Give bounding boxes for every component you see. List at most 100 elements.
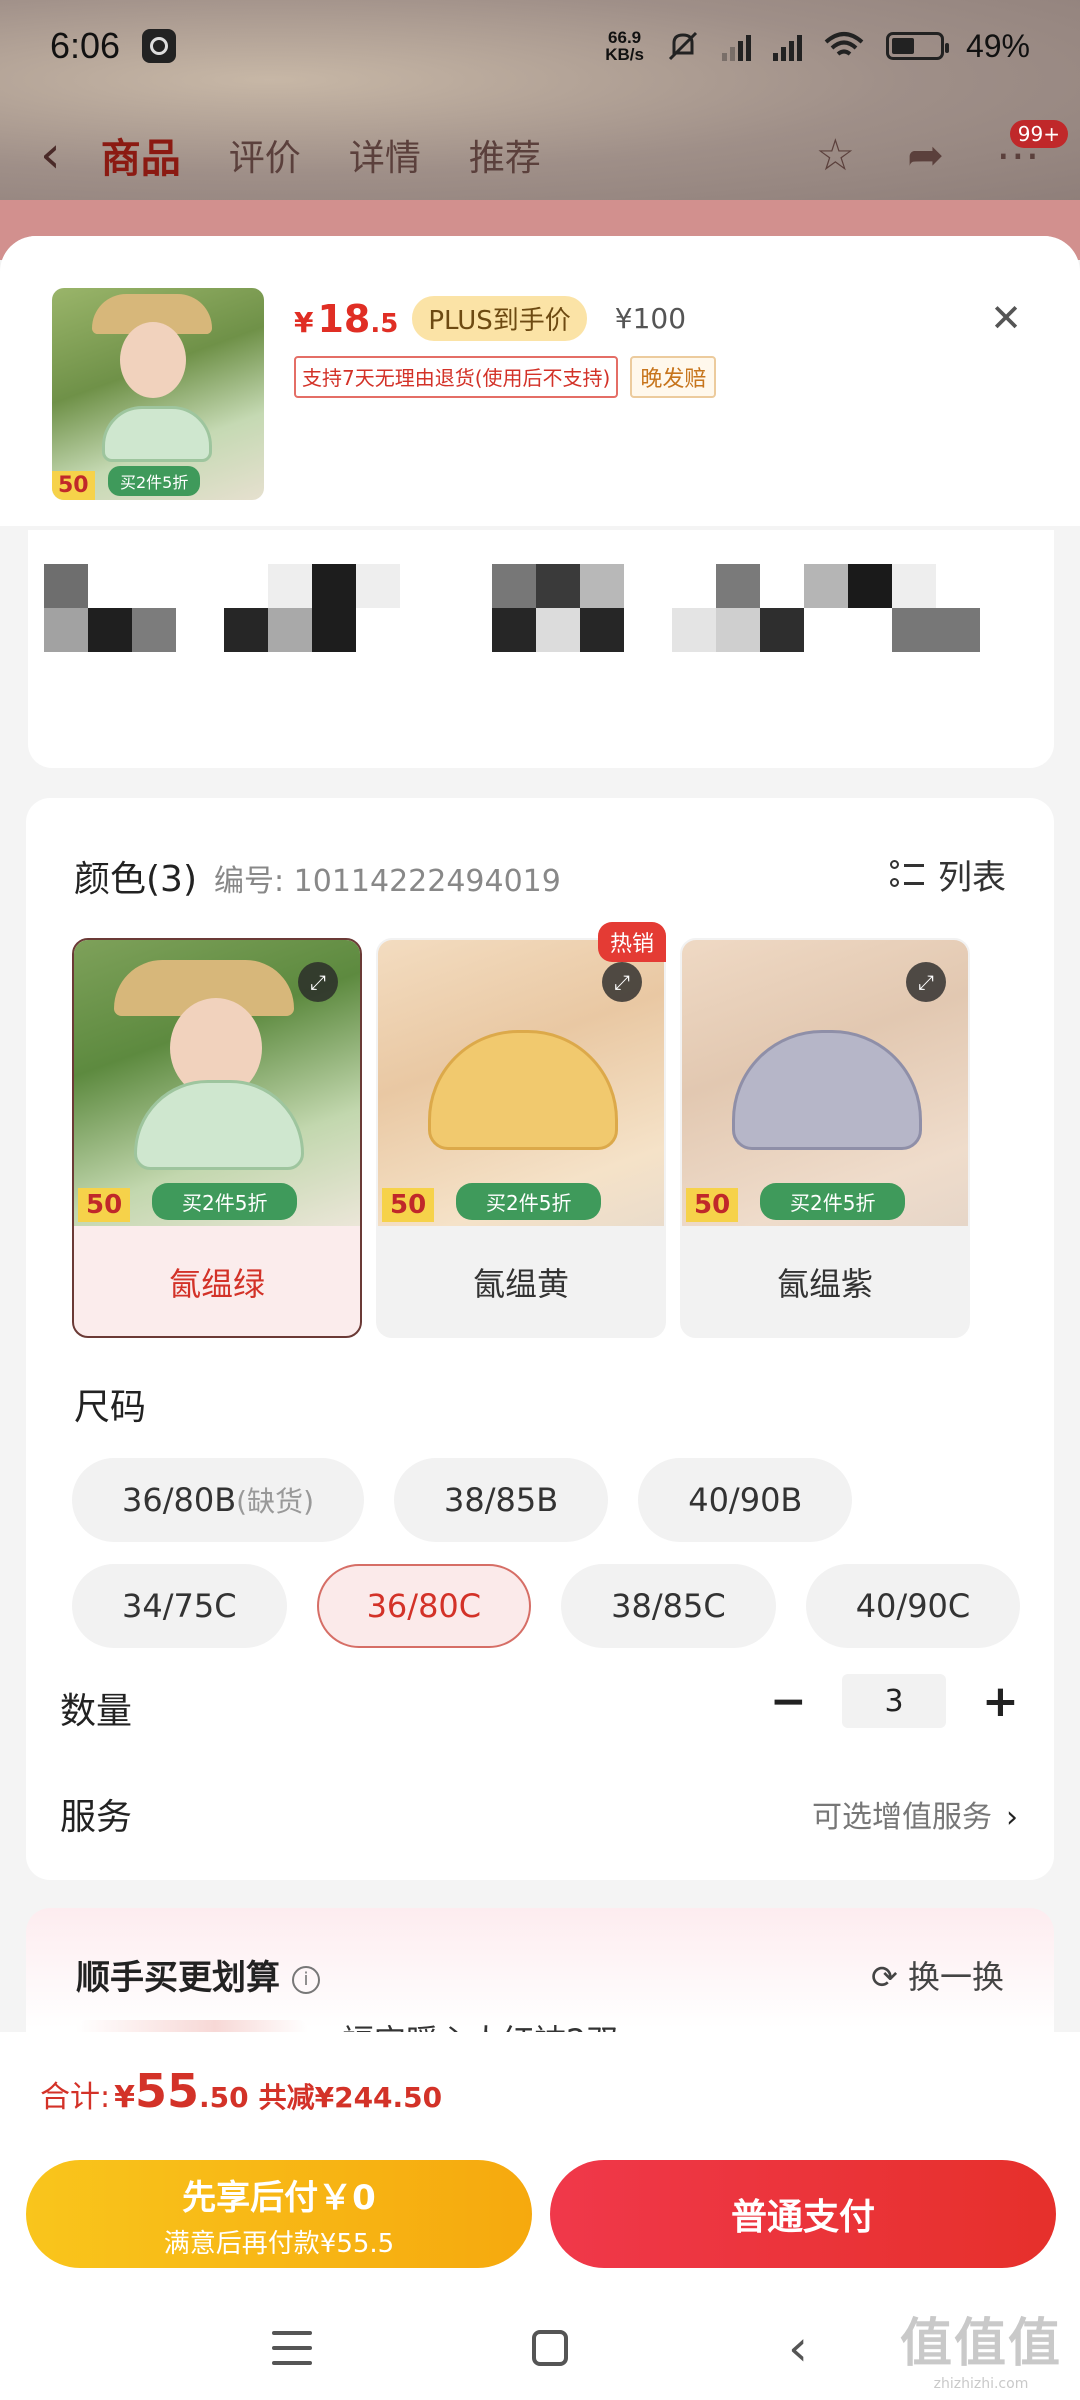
plus-price-tag: PLUS到手价 xyxy=(412,296,587,341)
bra-shape xyxy=(732,1030,922,1150)
wifi-icon xyxy=(824,32,864,56)
thumb-promo-badge: 买2件5折 xyxy=(108,466,201,496)
color-image-green: ⤢ 50 买2件5折 xyxy=(74,940,360,1226)
pay-later-sub: 满意后再付款¥55.5 xyxy=(163,2229,395,2259)
size-section-title: 尺码 xyxy=(74,1387,147,1428)
list-icon xyxy=(890,858,924,892)
size-chip[interactable]: 34/75C xyxy=(72,1564,287,1648)
close-icon[interactable]: ✕ xyxy=(984,296,1028,340)
size-chip-selected[interactable]: 36/80C xyxy=(316,1564,532,1648)
product-code: 编号: 10114222494019 xyxy=(214,864,561,899)
out-of-stock-note: (缺货) xyxy=(236,1485,315,1518)
increase-button[interactable]: + xyxy=(982,1676,1019,1727)
value-added-service-link[interactable]: 可选增值服务 › xyxy=(812,1792,1018,1836)
color-promo-badge: 买2件5折 xyxy=(760,1183,906,1220)
expand-icon[interactable]: ⤢ xyxy=(602,962,642,1002)
options-card: 颜色(3) 编号: 10114222494019 列表 ⤢ 50 买2件5折 氤… xyxy=(26,798,1054,1880)
network-speed-value: 66.9 xyxy=(608,28,642,47)
color-name: 氤缊黄 xyxy=(472,1265,569,1303)
color-image-purple: ⤢ 50 买2件5折 xyxy=(682,940,968,1226)
original-price: ¥100 xyxy=(614,302,687,335)
share-icon[interactable]: ➦ xyxy=(907,130,944,181)
nav-actions: ☆ ➦ ⋯ xyxy=(816,130,1040,181)
price-dec: .5 xyxy=(370,308,399,339)
battery-percent: 49% xyxy=(965,27,1030,64)
size-label: 36/80B xyxy=(122,1481,237,1519)
quantity-input[interactable]: 3 xyxy=(842,1674,946,1728)
tab-details[interactable]: 详情 xyxy=(349,129,421,181)
price-int: 18 xyxy=(317,296,371,341)
color-option-purple[interactable]: ⤢ 50 买2件5折 氤缊紫 xyxy=(680,938,970,1338)
watermark-url: zhizhizhi.com xyxy=(933,2376,1029,2392)
color-option-yellow[interactable]: ⤢ 50 买2件5折 热销 氤缊黄 xyxy=(376,922,666,1338)
color-image-yellow: ⤢ 50 买2件5折 xyxy=(378,940,664,1226)
watermark-logo: 值值值 xyxy=(899,2314,1062,2374)
color-price-badge: 50 xyxy=(382,1188,435,1222)
swap-button[interactable]: ⟳ 换一换 xyxy=(871,1952,1004,1998)
mute-icon xyxy=(668,31,698,61)
battery-fill xyxy=(891,38,915,54)
chevron-right-icon: › xyxy=(1006,1800,1018,1835)
clock-app-icon xyxy=(142,29,177,63)
bra-shape xyxy=(428,1030,618,1150)
bra-shape xyxy=(102,406,212,462)
price-yen: ¥ xyxy=(294,305,314,339)
network-speed: 66.9 KB/s xyxy=(605,29,644,63)
size-label: 38/85B xyxy=(444,1481,559,1519)
tab-product[interactable]: 商品 xyxy=(101,126,181,184)
nav-back-icon[interactable]: ‹ xyxy=(788,2323,808,2373)
size-chip[interactable]: 38/85B xyxy=(394,1458,609,1542)
decrease-button[interactable]: − xyxy=(770,1676,807,1727)
size-label: 40/90C xyxy=(855,1587,971,1625)
checkout-footer: 合计: ¥ 55 .50 共减¥244.50 先享后付￥0 满意后再付款¥55.… xyxy=(0,2032,1080,2400)
total-label: 合计: xyxy=(40,2080,111,2115)
star-icon[interactable]: ☆ xyxy=(816,130,855,181)
color-name: 氤缊紫 xyxy=(776,1265,873,1303)
total-int: 55 xyxy=(134,2064,199,2118)
size-row-1: 36/80B (缺货) 38/85B 40/90B xyxy=(72,1458,853,1542)
color-price-badge: 50 xyxy=(686,1188,739,1222)
status-right: 66.9 KB/s 49% xyxy=(605,28,1030,65)
tab-reviews[interactable]: 评价 xyxy=(229,129,301,181)
color-options: ⤢ 50 买2件5折 氤缊绿 ⤢ 50 买2件5折 热销 氤缊黄 ⤢ 50 买2… xyxy=(72,922,970,1338)
redacted-area xyxy=(28,530,1054,768)
product-nav-bar: ‹ 商品 评价 详情 推荐 ☆ ➦ ⋯ 99+ xyxy=(0,120,1080,190)
size-row-2: 34/75C 36/80C 38/85C 40/90C xyxy=(72,1564,1021,1648)
list-view-button[interactable]: 列表 xyxy=(890,850,1006,899)
expand-icon[interactable]: ⤢ xyxy=(906,962,946,1002)
info-icon[interactable]: i xyxy=(292,1965,320,1994)
back-icon[interactable]: ‹ xyxy=(40,125,61,185)
bundle-title-text: 顺手买更划算 xyxy=(76,1958,280,1998)
status-time: 6:06 xyxy=(50,25,121,66)
color-section-title: 颜色(3) xyxy=(74,859,197,900)
size-chip[interactable]: 40/90B xyxy=(638,1458,853,1542)
size-chip[interactable]: 38/85C xyxy=(561,1564,776,1648)
total-yen: ¥ xyxy=(114,2080,135,2115)
menu-icon[interactable] xyxy=(272,2331,312,2365)
service-link-label: 可选增值服务 xyxy=(812,1800,992,1835)
product-thumbnail[interactable]: 50 买2件5折 xyxy=(52,288,264,500)
bundle-title: 顺手买更划算 i xyxy=(76,1950,320,1999)
size-chip[interactable]: 40/90C xyxy=(805,1564,1021,1648)
tab-recommend[interactable]: 推荐 xyxy=(469,129,541,181)
quantity-stepper: − 3 + xyxy=(770,1674,1019,1728)
thumb-price-badge: 50 xyxy=(52,471,95,500)
pay-later-main: 先享后付￥0 xyxy=(182,2178,376,2218)
color-promo-badge: 买2件5折 xyxy=(152,1183,298,1220)
refresh-icon: ⟳ xyxy=(871,1958,908,1996)
mosaic-redaction xyxy=(44,564,980,652)
pay-later-button[interactable]: 先享后付￥0 满意后再付款¥55.5 xyxy=(26,2160,532,2268)
color-option-green[interactable]: ⤢ 50 买2件5折 氤缊绿 xyxy=(72,938,362,1338)
watermark: 值值值 zhizhizhi.com xyxy=(900,2301,1062,2392)
size-label: 38/85C xyxy=(611,1587,726,1625)
list-view-label: 列表 xyxy=(938,858,1006,898)
return-policy-tag: 支持7天无理由退货(使用后不支持) xyxy=(294,356,619,398)
normal-pay-button[interactable]: 普通支付 xyxy=(550,2160,1056,2268)
expand-icon[interactable]: ⤢ xyxy=(298,962,338,1002)
size-chip[interactable]: 36/80B (缺货) xyxy=(72,1458,365,1542)
total-row: 合计: ¥ 55 .50 共减¥244.50 xyxy=(40,2064,442,2118)
home-icon[interactable] xyxy=(532,2330,568,2366)
discount-total: 共减¥244.50 xyxy=(258,2081,443,2114)
size-label: 40/90B xyxy=(688,1481,803,1519)
quantity-label: 数量 xyxy=(60,1691,133,1732)
